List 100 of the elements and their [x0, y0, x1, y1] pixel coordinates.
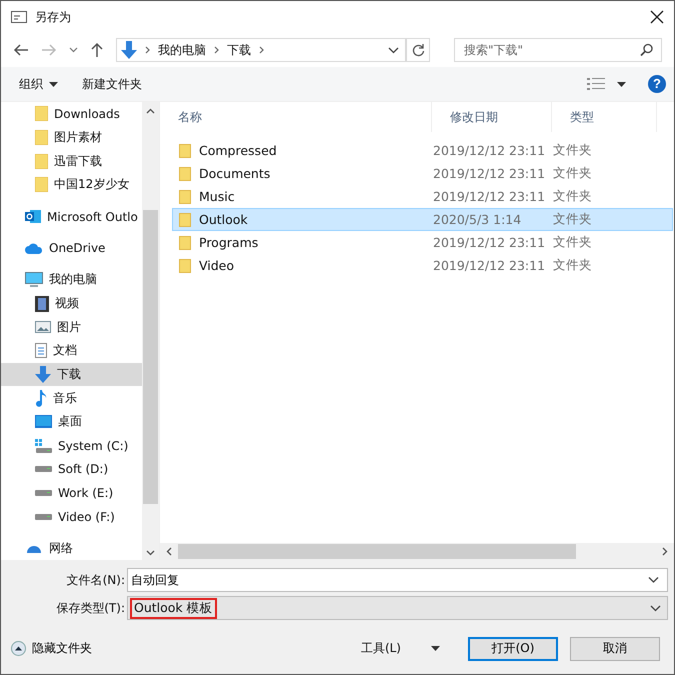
sidebar-item[interactable]: System (C:): [1, 434, 142, 458]
dropdown-caret-icon[interactable]: [431, 646, 440, 651]
field-label: 保存类型(T):: [55, 600, 126, 616]
sidebar-item[interactable]: 文档: [1, 339, 142, 363]
chevron-down-icon[interactable]: [388, 46, 399, 54]
chevron-down-icon[interactable]: [648, 576, 659, 584]
search-field[interactable]: 搜索"下载": [454, 38, 662, 62]
file-row[interactable]: Music 2019/12/12 23:11 文件夹: [172, 185, 673, 208]
column-header[interactable]: 类型: [552, 102, 657, 132]
download-arrow-icon: [121, 41, 137, 59]
window-title: 另存为: [35, 8, 71, 26]
chevron-down-icon[interactable]: [69, 47, 78, 53]
new-folder-button[interactable]: 新建文件夹: [74, 72, 150, 96]
refresh-icon: [412, 43, 424, 57]
scrollbar[interactable]: [142, 102, 159, 560]
address-bar[interactable]: 我的电脑 下载: [116, 38, 406, 62]
sidebar-item[interactable]: OneDrive: [1, 236, 142, 260]
close-icon[interactable]: [650, 10, 664, 24]
view-options-icon[interactable]: [587, 77, 605, 91]
file-type: 文件夹: [553, 234, 593, 251]
back-arrow-icon[interactable]: [13, 43, 29, 57]
drive-icon: [35, 514, 52, 520]
drive-icon: [35, 466, 52, 472]
modified-date: 2019/12/12 23:11: [433, 166, 546, 181]
chevron-up-icon[interactable]: [146, 108, 155, 114]
folder-icon: [179, 212, 191, 226]
breadcrumb[interactable]: 我的电脑: [158, 42, 206, 58]
file-name: Music: [199, 189, 235, 204]
file-row[interactable]: Programs 2019/12/12 23:11 文件夹: [172, 231, 673, 254]
file-row[interactable]: Compressed 2019/12/12 23:11 文件夹: [172, 139, 673, 162]
chevron-right-icon[interactable]: [662, 547, 668, 556]
dropdown-caret-icon[interactable]: [617, 82, 626, 86]
folder-icon: [35, 154, 48, 169]
sidebar-item[interactable]: 中国12岁少女: [1, 173, 142, 197]
file-type: 文件夹: [553, 188, 593, 205]
folder-icon: [179, 190, 191, 204]
chevron-left-icon[interactable]: [166, 547, 172, 556]
chevron-right-icon[interactable]: [214, 46, 219, 54]
caret-icon: [49, 82, 58, 86]
desktop-icon: [35, 415, 52, 428]
chevron-down-icon[interactable]: [146, 550, 155, 556]
sidebar-item[interactable]: 迅雷下载: [1, 149, 142, 174]
up-arrow-icon[interactable]: [90, 42, 104, 58]
scrollbar[interactable]: [160, 543, 674, 560]
modified-date: 2020/5/3 1:14: [433, 212, 522, 227]
help-button[interactable]: ?: [648, 75, 666, 93]
column-header[interactable]: 修改日期: [432, 102, 552, 132]
drive-icon: [35, 490, 52, 496]
folder-icon: [179, 166, 191, 180]
modified-date: 2019/12/12 23:11: [433, 258, 546, 273]
sidebar-item[interactable]: Work (E:): [1, 481, 142, 505]
modified-date: 2019/12/12 23:11: [433, 143, 546, 158]
sidebar-item[interactable]: Video (F:): [1, 504, 142, 528]
sidebar-item[interactable]: Microsoft Outlo: [1, 204, 142, 228]
filename-field[interactable]: 自动回复: [127, 568, 668, 592]
search-icon: [640, 44, 653, 56]
hide-folders-button[interactable]: 隐藏文件夹: [11, 640, 92, 657]
file-name: Programs: [199, 235, 258, 250]
file-row[interactable]: Documents 2019/12/12 23:11 文件夹: [172, 162, 673, 185]
file-type: 文件夹: [553, 211, 593, 228]
cloud-icon: [25, 242, 43, 254]
download-arrow-icon: [35, 366, 51, 384]
picture-icon: [35, 321, 51, 334]
music-note-icon: [35, 390, 47, 407]
column-header[interactable]: 名称: [160, 102, 432, 132]
sidebar-item[interactable]: Downloads: [1, 102, 142, 126]
file-type-dropdown[interactable]: Outlook 模板: [127, 596, 668, 620]
sidebar-item[interactable]: 下载: [1, 362, 142, 386]
breadcrumb[interactable]: 下载: [227, 42, 251, 58]
file-type: 文件夹: [553, 165, 593, 182]
document-icon: [35, 343, 47, 358]
window-icon: [11, 11, 27, 23]
file-name: Compressed: [199, 143, 277, 158]
folder-icon: [35, 130, 48, 145]
sidebar-item[interactable]: Soft (D:): [1, 457, 142, 482]
file-row[interactable]: Video 2019/12/12 23:11 文件夹: [172, 254, 673, 277]
organize-button[interactable]: 组织: [11, 72, 66, 96]
chevron-right-icon[interactable]: [145, 46, 150, 54]
mail-app-icon: [25, 209, 41, 224]
sidebar-item[interactable]: 我的电脑: [1, 268, 142, 292]
file-name: Outlook: [199, 212, 248, 227]
refresh-button[interactable]: [406, 38, 430, 62]
file-row[interactable]: Outlook 2020/5/3 1:14 文件夹: [172, 208, 673, 231]
cancel-button[interactable]: 取消: [570, 636, 660, 660]
sidebar-item[interactable]: 图片: [1, 315, 142, 340]
file-name: Video: [199, 258, 234, 273]
sidebar-item[interactable]: 桌面: [1, 410, 142, 434]
file-type: 文件夹: [553, 142, 593, 159]
modified-date: 2019/12/12 23:11: [433, 189, 546, 204]
modified-date: 2019/12/12 23:11: [433, 235, 546, 250]
open-button[interactable]: 打开(O): [468, 636, 558, 660]
folder-icon: [35, 177, 48, 192]
sidebar-item[interactable]: 网络: [1, 536, 142, 560]
sidebar-item[interactable]: 音乐: [1, 386, 142, 410]
sidebar-item[interactable]: 视频: [1, 292, 142, 316]
tools-button[interactable]: 工具(L): [352, 636, 409, 661]
folder-icon: [179, 258, 191, 272]
chevron-right-icon[interactable]: [259, 46, 264, 54]
sidebar-item[interactable]: 图片素材: [1, 126, 142, 150]
network-icon: [25, 543, 43, 554]
